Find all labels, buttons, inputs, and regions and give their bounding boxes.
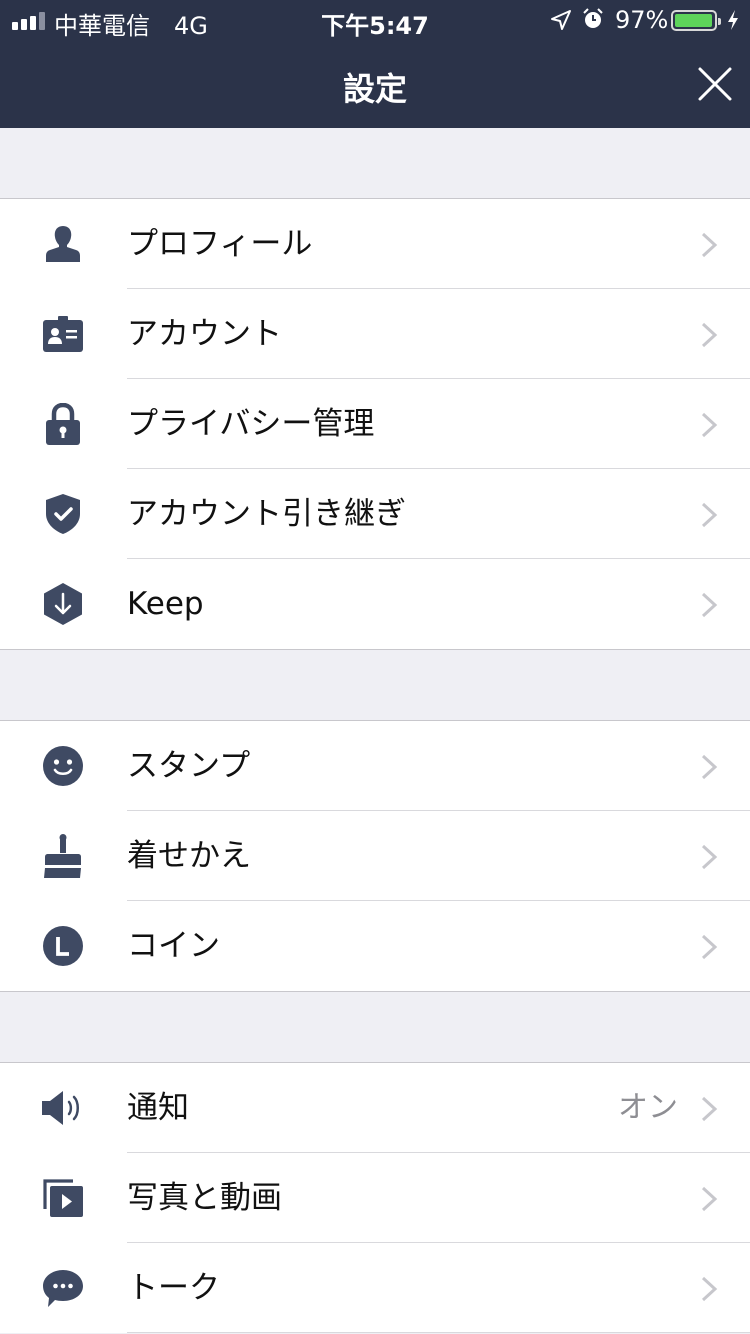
settings-item-coins[interactable]: コイン xyxy=(0,901,750,991)
settings-item-themes[interactable]: 着せかえ xyxy=(0,811,750,901)
status-bar: 中華電信 4G 下午5:47 97% xyxy=(0,0,750,40)
settings-item-stickers[interactable]: スタンプ xyxy=(0,721,750,811)
chevron-right-icon xyxy=(701,592,718,618)
settings-item-photos-videos[interactable]: 写真と動画 xyxy=(0,1153,750,1243)
chevron-right-icon xyxy=(701,502,718,528)
settings-item-keep[interactable]: Keep xyxy=(0,559,750,649)
settings-item-label: 着せかえ xyxy=(127,838,251,874)
settings-item-label: コイン xyxy=(127,928,220,964)
settings-group-shop: スタンプ 着せかえ コイン xyxy=(0,720,750,992)
smiley-icon xyxy=(40,746,86,786)
chevron-right-icon xyxy=(701,412,718,438)
settings-item-label: 通知 xyxy=(127,1090,189,1126)
close-icon[interactable] xyxy=(697,66,733,102)
settings-item-notifications[interactable]: 通知 オン xyxy=(0,1063,750,1153)
settings-item-profile[interactable]: プロフィール xyxy=(0,199,750,289)
notification-status-value: オン xyxy=(618,1090,678,1125)
chevron-right-icon xyxy=(701,934,718,960)
coin-icon xyxy=(40,926,86,966)
settings-item-account[interactable]: アカウント xyxy=(0,289,750,379)
settings-group-account: プロフィール アカウント プライバシー管理 アカウント引き継ぎ Keep xyxy=(0,198,750,650)
settings-item-label: Keep xyxy=(127,586,204,622)
person-icon xyxy=(40,224,86,264)
lock-icon xyxy=(40,403,86,445)
chevron-right-icon xyxy=(701,844,718,870)
brush-icon xyxy=(40,834,86,878)
id-card-icon xyxy=(40,314,86,354)
chevron-right-icon xyxy=(701,754,718,780)
page-title: 設定 xyxy=(342,70,407,108)
section-spacer xyxy=(0,992,750,1062)
chat-bubble-icon xyxy=(40,1268,86,1308)
settings-item-label: プライバシー管理 xyxy=(127,406,375,442)
settings-group-general: 通知 オン 写真と動画 トーク xyxy=(0,1062,750,1333)
speaker-icon xyxy=(40,1088,86,1128)
keep-download-icon xyxy=(40,583,86,625)
location-arrow-icon xyxy=(551,10,571,30)
chevron-right-icon xyxy=(701,322,718,348)
charging-bolt-icon xyxy=(728,10,738,30)
battery-percent: 97% xyxy=(615,6,669,34)
chevron-right-icon xyxy=(701,1096,718,1122)
settings-item-account-transfer[interactable]: アカウント引き継ぎ xyxy=(0,469,750,559)
settings-item-privacy[interactable]: プライバシー管理 xyxy=(0,379,750,469)
alarm-icon xyxy=(583,8,603,28)
settings-item-label: プロフィール xyxy=(127,226,313,262)
battery-icon xyxy=(671,10,721,31)
photo-video-icon xyxy=(40,1178,86,1218)
settings-list: プロフィール アカウント プライバシー管理 アカウント引き継ぎ Keep スタン… xyxy=(0,128,750,1333)
section-spacer xyxy=(0,650,750,720)
settings-item-label: スタンプ xyxy=(127,748,251,784)
settings-item-label: 写真と動画 xyxy=(127,1180,282,1216)
settings-item-chats[interactable]: トーク xyxy=(0,1243,750,1333)
chevron-right-icon xyxy=(701,1276,718,1302)
chevron-right-icon xyxy=(701,1186,718,1212)
settings-item-label: トーク xyxy=(127,1270,220,1306)
header-bar: 設定 xyxy=(0,40,750,128)
settings-item-label: アカウント xyxy=(127,316,282,352)
row-divider xyxy=(127,1332,750,1333)
shield-check-icon xyxy=(40,494,86,534)
chevron-right-icon xyxy=(701,232,718,258)
settings-item-label: アカウント引き継ぎ xyxy=(127,496,406,532)
section-spacer xyxy=(0,128,750,198)
